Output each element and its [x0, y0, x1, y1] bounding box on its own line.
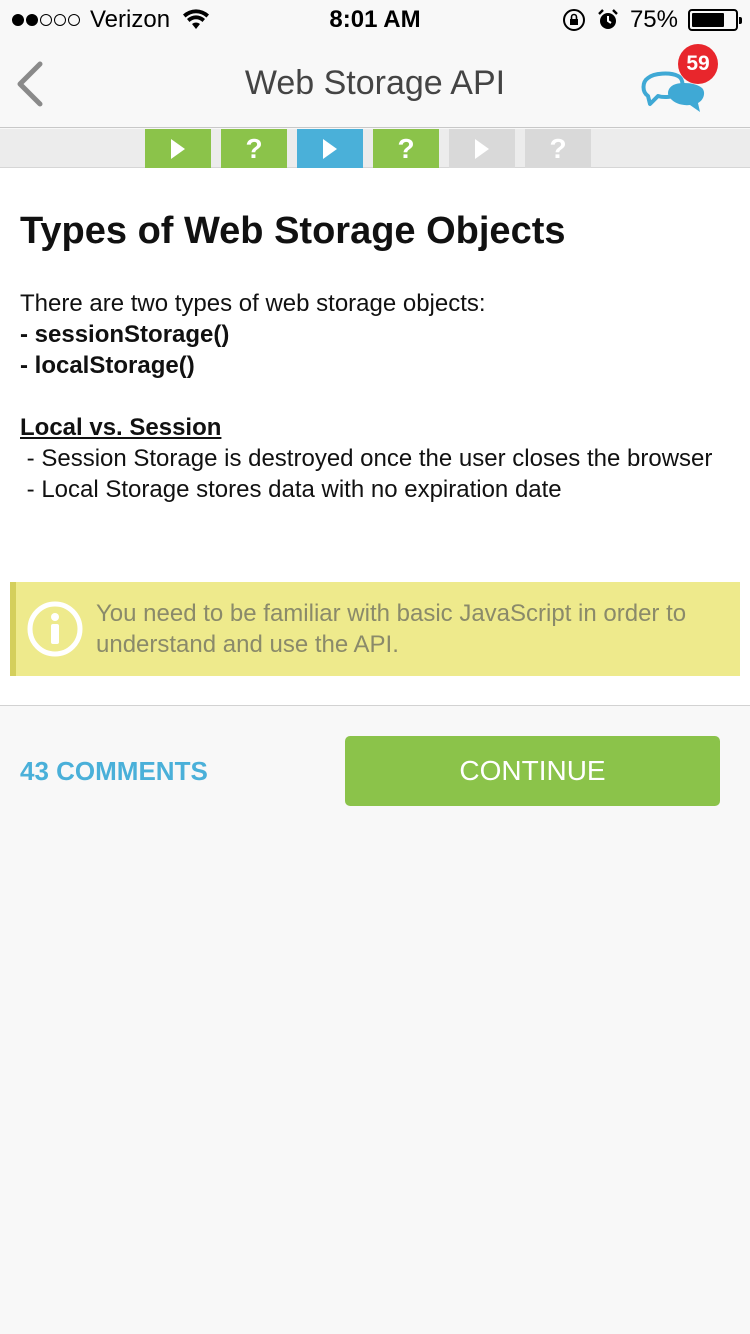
orientation-lock-icon: [562, 9, 585, 31]
progress-step-1[interactable]: [145, 129, 211, 168]
progress-step-4[interactable]: ?: [373, 129, 439, 168]
page-title: Web Storage API: [244, 64, 506, 102]
lesson-item-session: - sessionStorage(): [20, 321, 230, 348]
question-icon: ?: [245, 132, 263, 164]
info-icon: [27, 601, 83, 657]
continue-button[interactable]: CONTINUE: [345, 736, 720, 806]
alarm-icon: [598, 9, 618, 29]
lesson-title: Types of Web Storage Objects: [20, 210, 566, 252]
battery-icon: [688, 9, 742, 31]
play-icon: [171, 138, 185, 159]
status-bar: Verizon 8:01 AM 75%: [0, 0, 750, 40]
lesson-item-local: - localStorage(): [20, 352, 195, 379]
progress-step-2[interactable]: ?: [221, 129, 287, 168]
play-icon: [475, 138, 489, 159]
lesson-intro: There are two types of web storage objec…: [20, 290, 486, 317]
notification-badge: 59: [678, 44, 718, 84]
navigation-bar: Web Storage API 59: [0, 40, 750, 128]
progress-step-3[interactable]: [297, 129, 363, 168]
lesson-card: Types of Web Storage Objects There are t…: [0, 168, 750, 706]
section-heading: Local vs. Session: [20, 414, 222, 441]
comments-link[interactable]: 43 COMMENTS: [20, 756, 208, 787]
lesson-point-session: - Session Storage is destroyed once the …: [20, 445, 713, 472]
lesson-progress-bar: ???: [0, 129, 750, 168]
lesson-point-local: - Local Storage stores data with no expi…: [20, 476, 562, 503]
progress-step-6[interactable]: ?: [525, 129, 591, 168]
progress-step-5[interactable]: [449, 129, 515, 168]
lesson-body: There are two types of web storage objec…: [20, 288, 720, 505]
play-icon: [323, 138, 337, 159]
status-right: 75%: [562, 6, 742, 34]
info-note: You need to be familiar with basic JavaS…: [10, 582, 740, 676]
progress-steps: ???: [145, 129, 591, 168]
question-icon: ?: [549, 132, 567, 164]
question-icon: ?: [397, 132, 415, 164]
info-note-text: You need to be familiar with basic JavaS…: [96, 600, 687, 658]
battery-percent: 75%: [629, 6, 678, 33]
